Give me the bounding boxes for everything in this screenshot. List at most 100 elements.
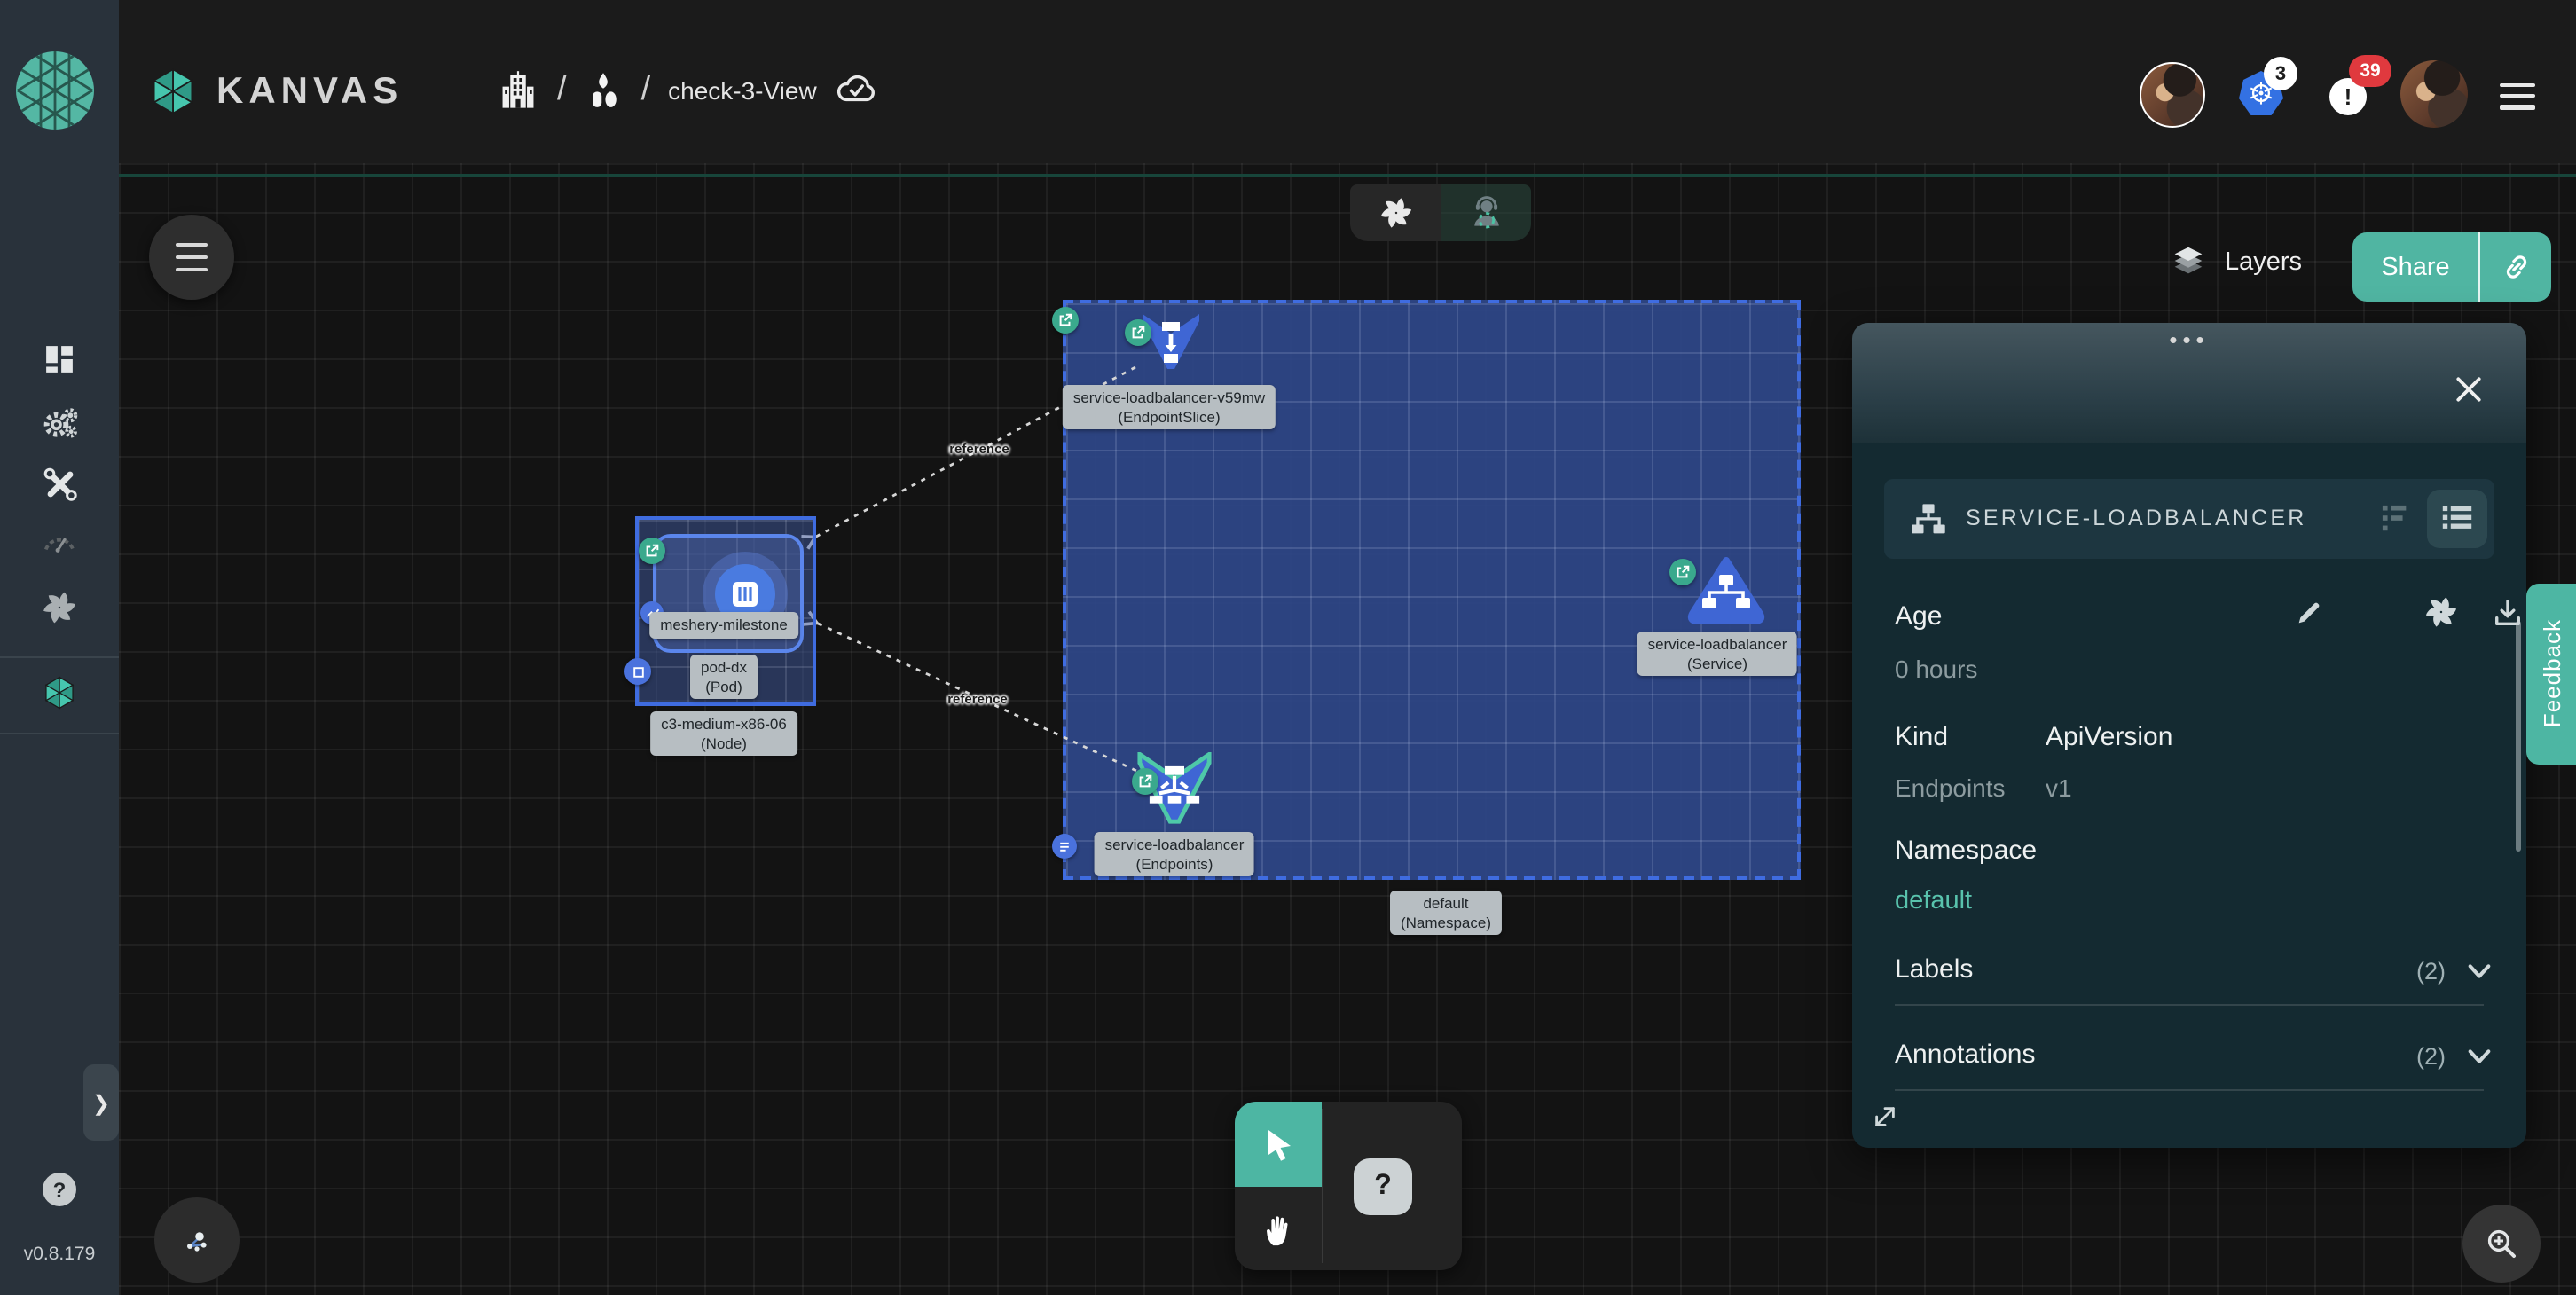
kanvas-app: KANVAS / xyxy=(0,0,2576,1295)
header-menu-button[interactable] xyxy=(2500,76,2535,115)
kubernetes-context[interactable]: 3 xyxy=(2239,71,2283,115)
outline-view-icon[interactable] xyxy=(2381,504,2411,534)
canvas-menu-button[interactable] xyxy=(149,215,234,300)
meshery-actions-icon[interactable] xyxy=(2423,594,2459,630)
apiversion-value: v1 xyxy=(2046,773,2072,802)
endpointslice-node[interactable] xyxy=(1139,312,1203,376)
panel-close-button[interactable] xyxy=(2448,369,2487,408)
namespace-status-badge xyxy=(1052,307,1079,334)
panel-drag-header[interactable]: ••• xyxy=(1852,323,2526,443)
pan-mode-button[interactable] xyxy=(1235,1187,1322,1270)
canvas-help-button[interactable]: ? xyxy=(1354,1158,1412,1215)
alerts-count-badge: 39 xyxy=(2349,55,2391,87)
node-kind: (Node) xyxy=(661,734,787,752)
gear-icon xyxy=(41,404,78,442)
sidebar-item-dashboard[interactable] xyxy=(0,344,119,374)
gauge-icon xyxy=(41,525,78,553)
drag-handle-icon[interactable]: ••• xyxy=(1852,326,2526,353)
sidebar-expand-button[interactable]: ❯ xyxy=(83,1064,119,1141)
breadcrumb: / / check-3-View xyxy=(497,67,879,112)
breadcrumb-view-name[interactable]: check-3-View xyxy=(668,75,817,104)
annotations-label: Annotations xyxy=(1895,1040,2035,1070)
chevron-right-icon: ❯ xyxy=(92,1090,110,1115)
namespace-meta-badge xyxy=(1052,834,1077,859)
organization-icon[interactable] xyxy=(497,68,539,111)
designs-icon[interactable] xyxy=(585,70,624,109)
close-icon xyxy=(2453,373,2483,404)
namespace-value-link[interactable]: default xyxy=(1895,887,1972,915)
app-logo-cell[interactable] xyxy=(0,0,119,163)
help-icon: ? xyxy=(53,1177,67,1202)
sidebar-item-kanvas[interactable] xyxy=(0,676,119,710)
share-label: Share xyxy=(2352,253,2478,281)
endpointslice-kind: (EndpointSlice) xyxy=(1073,407,1265,426)
annotations-chevron-down-icon[interactable] xyxy=(2466,1043,2493,1070)
labels-label: Labels xyxy=(1895,954,1973,985)
node-label[interactable]: c3-medium-x86-06 (Node) xyxy=(650,711,797,757)
container-name: meshery-milestone xyxy=(660,616,788,634)
sidebar-item-configuration[interactable] xyxy=(0,467,119,502)
node-name: c3-medium-x86-06 xyxy=(661,715,787,734)
support-agent-button[interactable] xyxy=(1441,184,1531,241)
canvas[interactable]: Layers Share xyxy=(119,163,2576,1295)
edit-pencil-icon[interactable] xyxy=(2294,598,2324,628)
age-value: 0 hours xyxy=(1895,655,1977,683)
left-sidebar: ❯ ? v0.8.179 xyxy=(0,163,119,1295)
sidebar-item-performance[interactable] xyxy=(0,525,119,553)
pod-kind: (Pod) xyxy=(701,677,747,695)
kanvas-logo-icon xyxy=(149,67,197,115)
namespace-field-label: Namespace xyxy=(1895,836,2037,866)
sitemap-icon xyxy=(1909,502,1948,538)
layers-control[interactable]: Layers xyxy=(2168,241,2302,282)
endpoints-name: service-loadbalancer xyxy=(1105,836,1245,854)
service-node[interactable] xyxy=(1685,555,1767,626)
select-mode-button[interactable] xyxy=(1235,1102,1322,1187)
pod-name: pod-dx xyxy=(701,658,747,677)
breadcrumb-separator-2: / xyxy=(641,70,651,109)
collaborator-avatar[interactable] xyxy=(2140,62,2205,128)
feedback-tab[interactable]: Feedback xyxy=(2526,584,2576,765)
brand-wordmark: KANVAS xyxy=(216,70,403,113)
graph-layout-button[interactable] xyxy=(154,1197,240,1283)
endpointslice-label[interactable]: service-loadbalancer-v59mw (EndpointSlic… xyxy=(1063,385,1276,430)
copy-link-button[interactable] xyxy=(2480,250,2551,284)
sidebar-item-lifecycle[interactable] xyxy=(0,404,119,442)
question-icon: ? xyxy=(1374,1171,1392,1203)
share-button[interactable]: Share xyxy=(2352,232,2551,302)
service-label[interactable]: service-loadbalancer (Service) xyxy=(1637,632,1798,677)
node-graph-icon xyxy=(179,1222,215,1258)
hand-icon xyxy=(1260,1210,1297,1247)
container-label[interactable]: meshery-milestone xyxy=(649,612,798,638)
labels-chevron-down-icon[interactable] xyxy=(2466,958,2493,985)
meshery-pattern-icon xyxy=(41,589,78,626)
endpoints-label[interactable]: service-loadbalancer (Endpoints) xyxy=(1095,832,1255,877)
resource-title: SERVICE-LOADBALANCER xyxy=(1966,506,2307,530)
brand[interactable]: KANVAS xyxy=(149,67,403,115)
zoom-in-button[interactable] xyxy=(2462,1205,2541,1283)
pod-label[interactable]: pod-dx (Pod) xyxy=(690,655,758,700)
help-button[interactable]: ? xyxy=(43,1173,76,1206)
panel-divider-2 xyxy=(1895,1089,2484,1091)
edge-label-reference-1: reference xyxy=(949,441,1009,457)
namespace-label[interactable]: default (Namespace) xyxy=(1390,891,1502,936)
canvas-top-accent xyxy=(119,174,2576,177)
layers-label: Layers xyxy=(2225,247,2302,276)
alerts-button[interactable]: ! 39 xyxy=(2329,78,2367,115)
cloud-saved-icon xyxy=(835,67,879,112)
panel-resize-icon[interactable] xyxy=(1872,1103,1898,1130)
panel-scrollbar[interactable] xyxy=(2516,621,2521,852)
meshery-presence-button[interactable] xyxy=(1350,184,1441,241)
support-agent-icon xyxy=(1466,193,1505,232)
resource-header: SERVICE-LOADBALANCER xyxy=(1884,479,2494,559)
edge-label-reference-2: reference xyxy=(947,691,1008,707)
list-view-toggle[interactable] xyxy=(2427,490,2487,548)
sidebar-item-extensions[interactable] xyxy=(0,589,119,626)
age-label: Age xyxy=(1895,601,1942,632)
kind-value: Endpoints xyxy=(1895,773,2006,802)
user-avatar[interactable] xyxy=(2400,60,2468,128)
endpoints-kind: (Endpoints) xyxy=(1105,854,1245,873)
namespace-kind: (Namespace) xyxy=(1401,913,1491,931)
service-kind: (Service) xyxy=(1648,654,1787,672)
sidebar-divider xyxy=(0,656,119,658)
endpointslice-name: service-loadbalancer-v59mw xyxy=(1073,388,1265,407)
